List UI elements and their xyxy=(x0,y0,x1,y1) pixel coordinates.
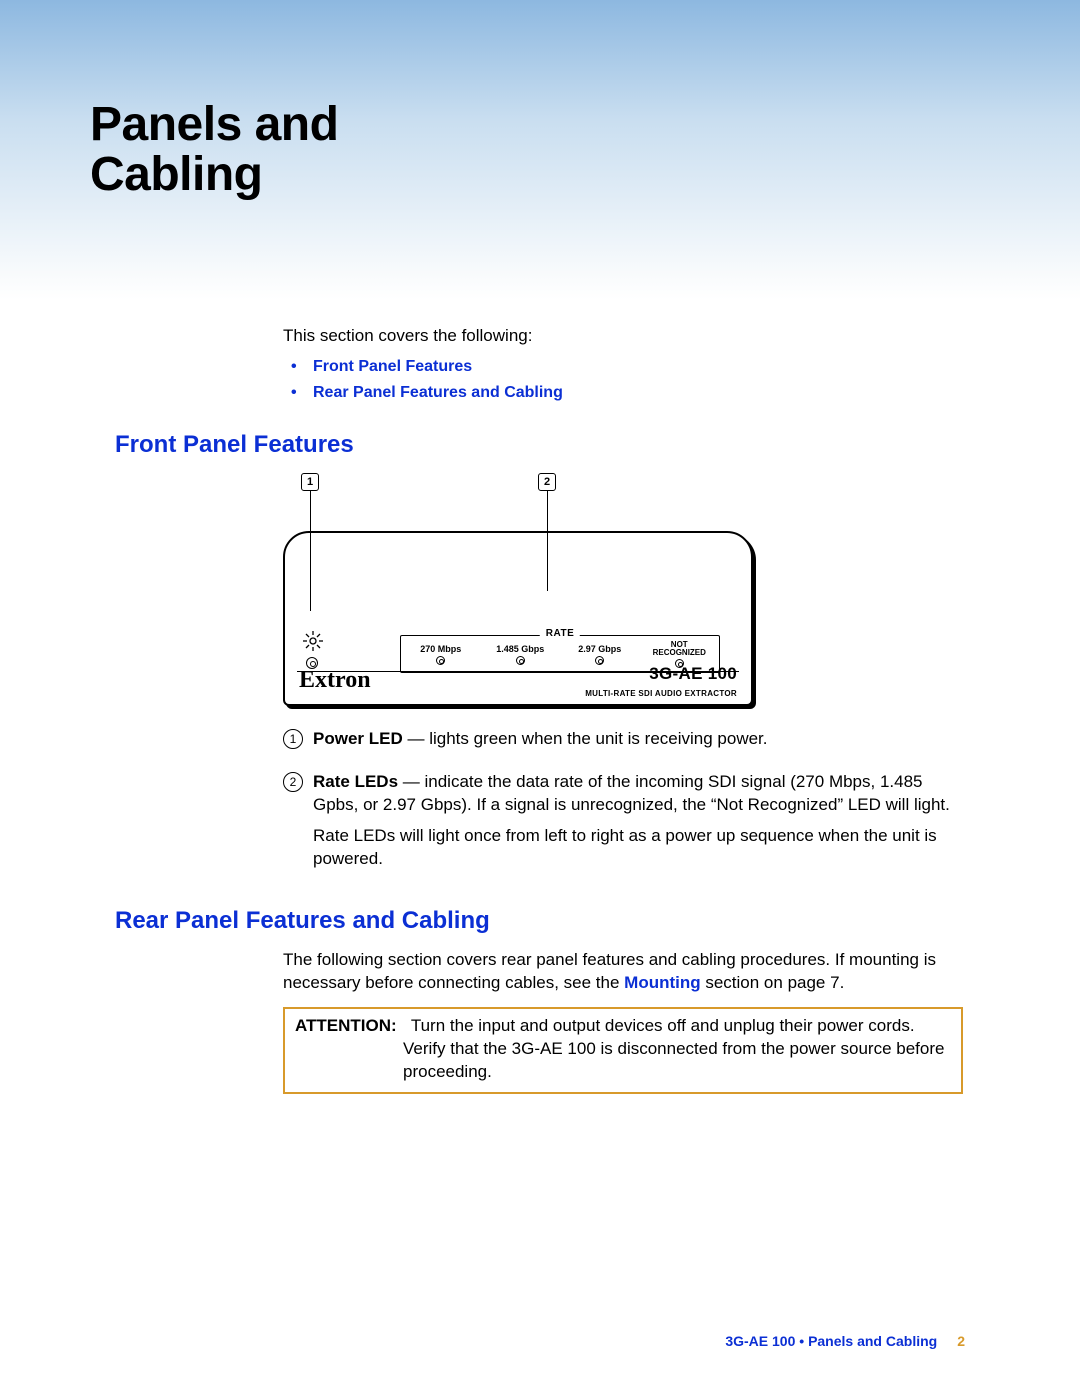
front-panel-diagram: 1 2 xyxy=(283,473,753,706)
callout-lead-2 xyxy=(547,491,548,591)
rate-col-297: 2.97 Gbps xyxy=(560,636,640,672)
rate-col-270: 270 Mbps xyxy=(401,636,481,672)
rate-led-297 xyxy=(595,656,604,665)
intro-lead: This section covers the following: xyxy=(283,325,965,348)
power-led-icon xyxy=(303,631,321,649)
toc-list: Front Panel Features Rear Panel Features… xyxy=(291,356,965,403)
brand-label: Extron xyxy=(299,667,371,694)
feature-item-power-led: 1 Power LED — lights green when the unit… xyxy=(283,728,965,759)
callout-lead-1 xyxy=(310,491,311,611)
mounting-link[interactable]: Mounting xyxy=(624,973,700,992)
toc-link-front-panel[interactable]: Front Panel Features xyxy=(291,356,965,378)
section-heading-rear-panel: Rear Panel Features and Cabling xyxy=(115,907,965,935)
rate-label-297: 2.97 Gbps xyxy=(578,644,621,654)
feature-extra-rate-leds: Rate LEDs will light once from left to r… xyxy=(313,825,965,871)
feature-label-power-led: Power LED xyxy=(313,729,403,748)
footer-page-number: 2 xyxy=(957,1333,965,1349)
toc-link-rear-panel[interactable]: Rear Panel Features and Cabling xyxy=(291,382,965,404)
page-title: Panels and Cabling xyxy=(90,100,1080,201)
rate-label-1485: 1.485 Gbps xyxy=(496,644,544,654)
page-footer: 3G-AE 100 • Panels and Cabling 2 xyxy=(725,1333,965,1349)
attention-line-2: Verify that the 3G-AE 100 is disconnecte… xyxy=(403,1038,951,1084)
callout-badge-2: 2 xyxy=(538,473,556,491)
not-recognized-bottom: RECOGNIZED xyxy=(653,648,706,657)
page-header: Panels and Cabling xyxy=(0,0,1080,300)
feature-item-rate-leds: 2 Rate LEDs — indicate the data rate of … xyxy=(283,771,965,879)
feature-num-2: 2 xyxy=(283,772,303,792)
attention-line-1: Turn the input and output devices off an… xyxy=(411,1016,915,1035)
title-line-1: Panels and xyxy=(90,98,338,151)
feature-label-rate-leds: Rate LEDs xyxy=(313,772,398,791)
model-subtitle: MULTI-RATE SDI AUDIO EXTRACTOR xyxy=(585,689,737,698)
attention-label: ATTENTION: xyxy=(295,1016,397,1035)
rear-panel-intro: The following section covers rear panel … xyxy=(283,949,965,995)
feature-list: 1 Power LED — lights green when the unit… xyxy=(283,728,965,879)
footer-product: 3G-AE 100 xyxy=(725,1333,795,1349)
rate-box-label: RATE xyxy=(540,628,580,639)
intro-block: This section covers the following: Front… xyxy=(283,325,965,403)
rate-label-270: 270 Mbps xyxy=(420,644,461,654)
footer-bullet: • xyxy=(795,1333,808,1349)
rate-col-1485: 1.485 Gbps xyxy=(481,636,561,672)
feature-desc-power-led: — lights green when the unit is receivin… xyxy=(403,729,768,748)
model-label: 3G-AE 100 xyxy=(649,664,737,684)
footer-section: Panels and Cabling xyxy=(808,1333,937,1349)
rate-led-1485 xyxy=(516,656,525,665)
callout-badge-1: 1 xyxy=(301,473,319,491)
feature-desc-rate-leds: — indicate the data rate of the incoming… xyxy=(313,772,950,814)
rear-intro-post: section on page 7. xyxy=(701,973,845,992)
content-area: This section covers the following: Front… xyxy=(0,300,1080,1094)
attention-box: ATTENTION: Turn the input and output dev… xyxy=(283,1007,963,1094)
feature-num-1: 1 xyxy=(283,729,303,749)
section-heading-front-panel: Front Panel Features xyxy=(115,431,965,459)
device-faceplate: RATE 270 Mbps 1.485 Gbps 2.97 Gbps xyxy=(283,531,753,706)
rate-led-270 xyxy=(436,656,445,665)
title-line-2: Cabling xyxy=(90,148,263,201)
